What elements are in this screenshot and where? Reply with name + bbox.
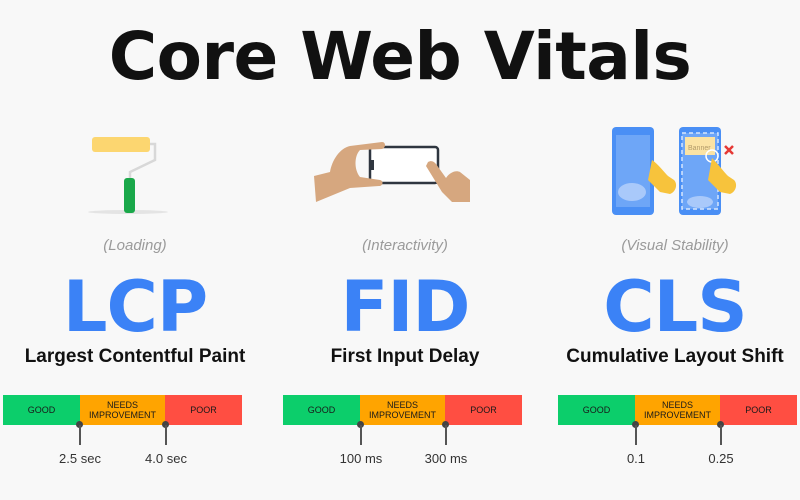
threshold-label: 300 ms (424, 451, 468, 466)
threshold-label: 0.25 (708, 451, 734, 466)
threshold-tick (635, 425, 637, 445)
threshold-bar: GOOD NEEDS IMPROVEMENT POOR (558, 395, 797, 425)
metric-abbreviation: CLS (603, 266, 747, 348)
page-title: Core Web Vitals (108, 18, 692, 95)
threshold-tick (445, 425, 447, 445)
threshold-bar: GOOD NEEDS IMPROVEMENT POOR (3, 395, 242, 425)
metric-category: (Visual Stability) (621, 237, 729, 254)
metric-category: (Loading) (103, 237, 167, 254)
segment-good: GOOD (558, 395, 635, 425)
segment-needs-improvement: NEEDS IMPROVEMENT (360, 395, 445, 425)
metric-category: (Interactivity) (362, 237, 448, 254)
threshold-label: 2.5 sec (59, 451, 101, 466)
paint-roller-icon (88, 137, 168, 214)
layout-shift-phones-icon: Banner (612, 127, 737, 215)
threshold-label: 0.1 (626, 451, 646, 466)
metric-name: Cumulative Layout Shift (566, 346, 784, 367)
threshold-label: 4.0 sec (145, 451, 187, 466)
segment-good: GOOD (3, 395, 80, 425)
threshold-label: 100 ms (339, 451, 383, 466)
metric-name: First Input Delay (330, 346, 480, 367)
metric-abbreviation: LCP (62, 266, 208, 348)
threshold-tick (165, 425, 167, 445)
hands-phone-tap-icon (314, 142, 470, 202)
segment-poor: POOR (165, 395, 242, 425)
segment-poor: POOR (720, 395, 797, 425)
threshold-tick (360, 425, 362, 445)
segment-needs-improvement: NEEDS IMPROVEMENT (80, 395, 165, 425)
metric-name: Largest Contentful Paint (24, 346, 246, 367)
metric-abbreviation: FID (340, 266, 471, 348)
segment-good: GOOD (283, 395, 360, 425)
threshold-tick (79, 425, 81, 445)
threshold-tick (720, 425, 722, 445)
segment-poor: POOR (445, 395, 522, 425)
threshold-bar: GOOD NEEDS IMPROVEMENT POOR (283, 395, 522, 425)
segment-needs-improvement: NEEDS IMPROVEMENT (635, 395, 720, 425)
